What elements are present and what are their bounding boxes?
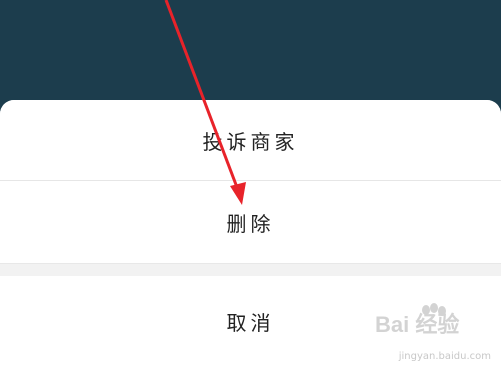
watermark-logo-text: Bai 经验 — [375, 312, 459, 337]
action-sheet-divider — [0, 263, 501, 276]
cancel-label: 取消 — [226, 310, 275, 335]
watermark-url: jingyan.baidu.com — [398, 351, 491, 362]
report-merchant-label: 投诉商家 — [202, 129, 299, 154]
delete-button[interactable]: 删除 — [0, 181, 501, 263]
report-merchant-button[interactable]: 投诉商家 — [0, 100, 501, 181]
baidu-jingyan-watermark: Bai 经验 jingyan.baidu.com — [373, 298, 493, 362]
app-screen: 投诉商家 删除 取消 Bai 经验 jingyan.baidu.com — [0, 0, 501, 366]
delete-label: 删除 — [226, 211, 275, 236]
baidu-paw-logo-icon: Bai 经验 — [375, 303, 459, 337]
